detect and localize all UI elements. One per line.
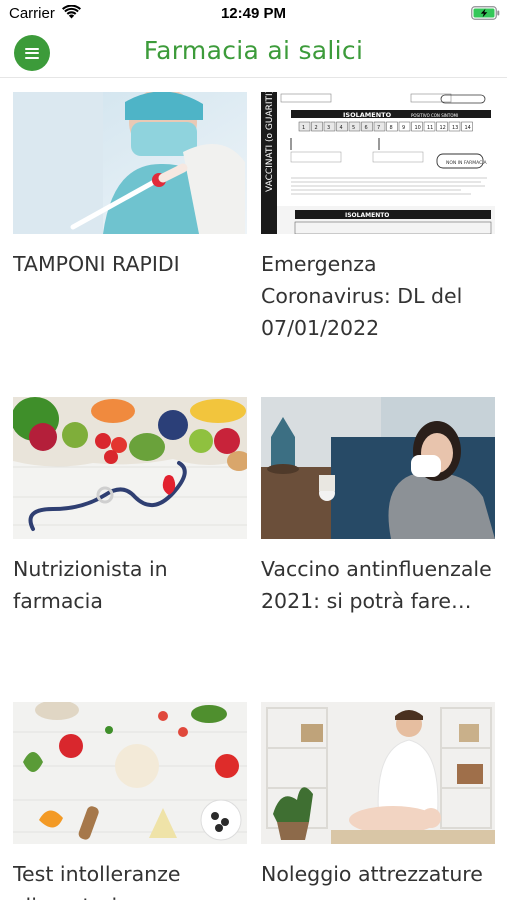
post-card[interactable]: TAMPONI RAPIDI [13,92,247,280]
post-card[interactable]: Vaccino antinfluenzale 2021: si potrà fa… [261,397,495,617]
post-title[interactable]: Noleggio attrezzature [261,858,495,890]
app-header: Farmacia ai salici [0,28,507,78]
woman-with-flu-photo [261,397,495,539]
isolation-table-document: VACCINATI (o GUARITI) ISOLAMENTO POSITIV… [261,92,495,234]
day-label: 13 [452,125,458,131]
page-title: Farmacia ai salici [143,36,364,65]
doctor-with-baby-photo [261,702,495,844]
battery-charging-icon [471,6,500,20]
clock: 12:49 PM [220,5,287,22]
day-label: 4 [340,125,343,131]
day-label: 1 [302,125,305,131]
post-title[interactable]: Emergenza Coronavirus: DL del 07/01/2022 [261,248,495,344]
post-title[interactable]: TAMPONI RAPIDI [13,248,247,280]
rapid-test-swab-photo [13,92,247,234]
day-label: 5 [352,125,355,131]
post-card[interactable]: VACCINATI (o GUARITI) ISOLAMENTO POSITIV… [261,92,495,344]
post-title[interactable]: Vaccino antinfluenzale 2021: si potrà fa… [261,553,495,617]
document-row-title: ISOLAMENTO [343,111,392,119]
day-label: 7 [377,125,380,131]
day-label: 3 [327,125,330,131]
post-title[interactable]: Test intolleranze alimentari [13,858,247,900]
status-bar: Carrier 12:49 PM [0,0,507,28]
day-label: 14 [465,125,471,131]
fruit-vegetables-stethoscope-photo [13,397,247,539]
day-label: 9 [402,125,405,131]
day-label: 6 [365,125,368,131]
document-side-label: VACCINATI (o GUARITI) [265,92,275,192]
post-title[interactable]: Nutrizionista in farmacia [13,553,247,617]
document-header-right: POSITIVO CON SINTOMI [411,113,458,118]
post-card[interactable]: Nutrizionista in farmacia [13,397,247,617]
document-badge: NON IN FARMACIA [446,160,488,166]
day-label: 10 [415,125,421,131]
day-label: 12 [440,125,446,131]
day-label: 2 [315,125,318,131]
post-card[interactable]: Test intolleranze alimentari [13,702,247,900]
day-label: 11 [427,125,433,131]
day-label: 8 [390,125,393,131]
document-row-title-2: ISOLAMENTO [345,212,389,219]
food-ingredients-photo [13,702,247,844]
post-card[interactable]: Noleggio attrezzature [261,702,495,890]
